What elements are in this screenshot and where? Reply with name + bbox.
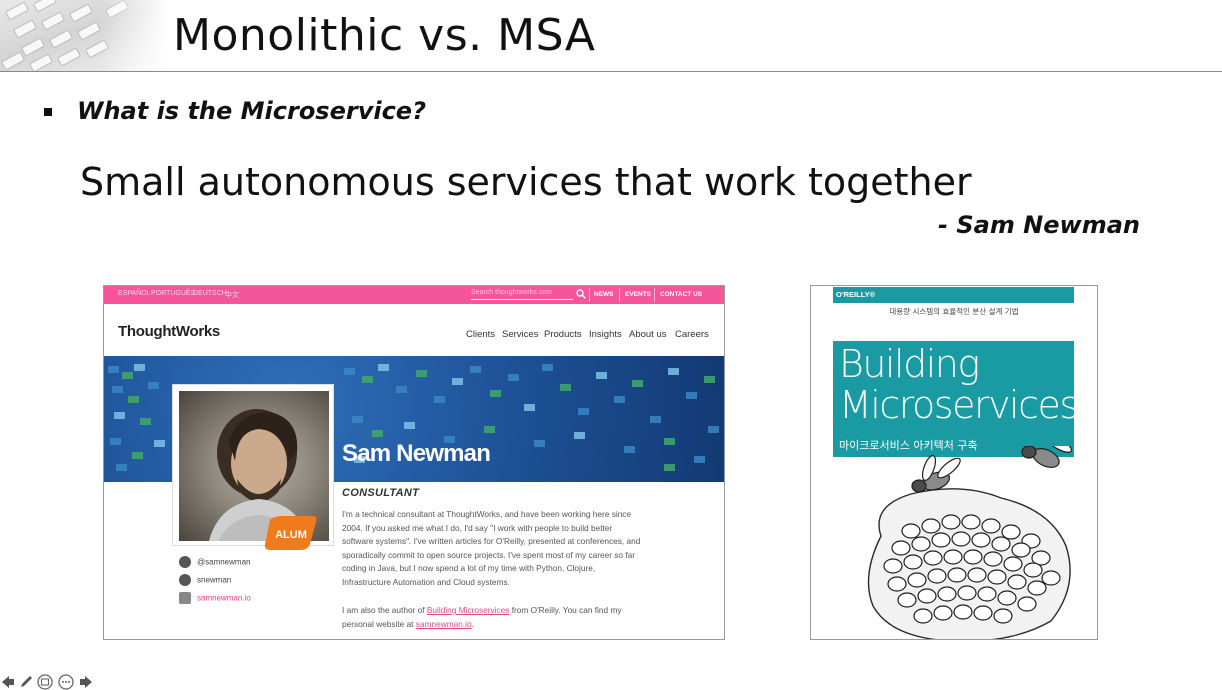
book-title-line1: Building <box>839 342 980 386</box>
tw-top-bar: ESPAÑOL PORTUGUÊS DEUTSCH 中文 Search thou… <box>104 286 724 304</box>
slide-title: Monolithic vs. MSA <box>173 10 596 61</box>
twitter-icon <box>179 556 191 568</box>
tw-nav-careers[interactable]: Careers <box>675 329 709 340</box>
tw-search-input[interactable]: Search thoughtworks.com <box>471 289 573 300</box>
pen-icon[interactable] <box>18 674 34 690</box>
tw-contact-link[interactable]: CONTACT US <box>660 291 702 298</box>
tw-nav-clients[interactable]: Clients <box>466 329 495 340</box>
github-icon <box>179 574 191 586</box>
title-divider <box>0 71 1222 72</box>
bio-author-suffix: . <box>471 618 474 629</box>
previous-icon[interactable] <box>0 674 16 690</box>
building-microservices-book-cover: O'REILLY® 대용량 시스템의 효율적인 분산 설계 기법 Buildin… <box>810 285 1098 640</box>
microservice-quote: Small autonomous services that work toge… <box>80 160 972 204</box>
question-heading: What is the Microservice? <box>77 97 426 125</box>
thoughtworks-profile-screenshot: ESPAÑOL PORTUGUÊS DEUTSCH 中文 Search thou… <box>103 285 725 640</box>
tw-news-link[interactable]: NEWS <box>594 291 614 298</box>
tw-nav-products[interactable]: Products <box>544 329 582 340</box>
rss-link[interactable]: samnewman.io <box>179 592 251 604</box>
slides-icon[interactable] <box>37 674 53 690</box>
profile-name: Sam Newman <box>342 440 491 467</box>
honeycomb-bees-illustration <box>867 446 1072 639</box>
book-title: Building Microservices <box>839 342 1079 427</box>
presentation-toolbar <box>0 674 110 690</box>
corner-keyboard-decoration <box>0 0 170 72</box>
tw-nav-insights[interactable]: Insights <box>589 329 622 340</box>
tw-lang-de[interactable]: DEUTSCH <box>193 290 227 297</box>
alum-badge: ALUM <box>264 516 317 550</box>
bio-author-prefix: I am also the author of <box>342 605 427 615</box>
quote-attribution: - Sam Newman <box>938 211 1140 239</box>
profile-role: CONSULTANT <box>342 487 420 499</box>
bullet-icon <box>44 108 52 116</box>
book-title-line2: Microservices <box>839 383 1079 427</box>
tw-nav-about[interactable]: About us <box>629 329 667 340</box>
github-link[interactable]: snewman <box>179 574 231 586</box>
thoughtworks-logo[interactable]: ThoughtWorks <box>118 323 220 340</box>
publisher-bar: O'REILLY® <box>833 287 1074 303</box>
profile-bio: I'm a technical consultant at ThoughtWor… <box>342 509 641 587</box>
tw-lang-pt[interactable]: PORTUGUÊS <box>151 290 195 297</box>
alum-badge-label: ALUM <box>275 529 307 541</box>
search-icon[interactable] <box>576 289 586 299</box>
more-icon[interactable] <box>58 674 74 690</box>
tw-lang-zh[interactable]: 中文 <box>225 290 239 300</box>
profile-bio-author: I am also the author of Building Microse… <box>342 604 642 631</box>
tw-nav-services[interactable]: Services <box>502 329 538 340</box>
book-title-box: Building Microservices 마이크로서비스 아키텍처 구축 <box>833 341 1079 457</box>
book-subtitle: 대용량 시스템의 효율적인 분산 설계 기법 <box>889 307 1019 316</box>
personal-website-link[interactable]: samnewman.io <box>416 619 472 629</box>
next-icon[interactable] <box>78 674 94 690</box>
rss-icon <box>179 592 191 604</box>
publisher-logo: O'REILLY® <box>836 290 876 299</box>
twitter-link[interactable]: @samnewman <box>179 556 250 568</box>
tw-lang-es[interactable]: ESPAÑOL <box>118 290 151 297</box>
tw-events-link[interactable]: EVENTS <box>625 291 651 298</box>
building-microservices-link[interactable]: Building Microservices <box>427 605 510 615</box>
